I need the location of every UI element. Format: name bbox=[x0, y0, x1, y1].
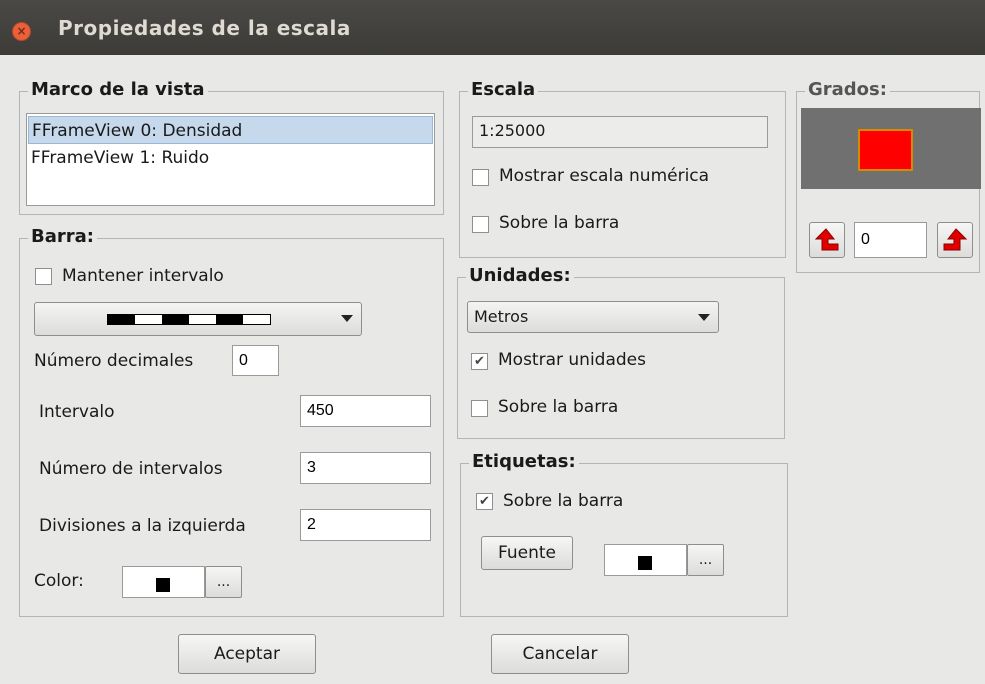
list-item[interactable]: FFrameView 0: Densidad bbox=[28, 116, 433, 144]
mostrar-unidades-checkbox[interactable]: ✔ bbox=[471, 353, 488, 370]
accept-button[interactable]: Aceptar bbox=[178, 634, 316, 674]
barra-group: Barra: Mantener intervalo Número decimal… bbox=[19, 226, 444, 617]
chevron-down-icon bbox=[698, 314, 710, 321]
fuente-button[interactable]: Fuente bbox=[481, 536, 573, 570]
decimales-label: Número decimales bbox=[34, 351, 194, 371]
marco-group: Marco de la vista FFrameView 0: Densidad… bbox=[19, 79, 444, 215]
escala-sobre-barra-checkbox[interactable] bbox=[472, 216, 489, 233]
window-title: Propiedades de la escala bbox=[58, 16, 351, 40]
cancel-button[interactable]: Cancelar bbox=[491, 634, 629, 674]
unidades-sobre-barra-label: Sobre la barra bbox=[498, 397, 619, 417]
etiquetas-color-button[interactable]: ... bbox=[687, 544, 724, 576]
barra-title: Barra: bbox=[28, 226, 97, 248]
mostrar-escala-label: Mostrar escala numérica bbox=[499, 166, 710, 186]
bar-color-button[interactable]: ... bbox=[205, 566, 242, 598]
etiquetas-sobre-barra-checkbox[interactable]: ✔ bbox=[476, 493, 493, 510]
escala-group: Escala 1:25000 Mostrar escala numérica S… bbox=[459, 79, 786, 258]
rotate-right-button[interactable] bbox=[937, 222, 973, 258]
unidades-select[interactable]: Metros bbox=[467, 301, 719, 333]
divisiones-field[interactable] bbox=[300, 509, 431, 541]
unidades-sobre-barra-checkbox[interactable] bbox=[471, 400, 488, 417]
frame-list[interactable]: FFrameView 0: Densidad FFrameView 1: Rui… bbox=[26, 113, 435, 206]
list-item[interactable]: FFrameView 1: Ruido bbox=[28, 144, 433, 172]
grados-field[interactable] bbox=[854, 222, 927, 258]
color-label: Color: bbox=[34, 571, 84, 591]
title-bar: × Propiedades de la escala bbox=[0, 0, 985, 55]
unidades-title: Unidades: bbox=[466, 265, 574, 287]
bar-color-swatch[interactable] bbox=[122, 566, 205, 598]
etiquetas-sobre-barra-label: Sobre la barra bbox=[503, 491, 624, 511]
close-icon[interactable]: × bbox=[12, 22, 31, 41]
mostrar-escala-checkbox[interactable] bbox=[472, 169, 489, 186]
color-preview bbox=[638, 556, 652, 570]
decimales-field[interactable] bbox=[232, 345, 279, 376]
marco-title: Marco de la vista bbox=[28, 79, 208, 101]
divisiones-label: Divisiones a la izquierda bbox=[39, 516, 246, 536]
intervalo-field[interactable] bbox=[300, 395, 431, 427]
num-intervalos-field[interactable] bbox=[300, 452, 431, 484]
dialog-body: Marco de la vista FFrameView 0: Densidad… bbox=[0, 55, 985, 684]
bar-style-preview bbox=[107, 314, 271, 325]
etiquetas-title: Etiquetas: bbox=[469, 451, 579, 473]
rotation-preview-square bbox=[858, 129, 913, 171]
rotate-right-arrow-icon bbox=[943, 228, 968, 251]
unidades-selected: Metros bbox=[474, 307, 529, 326]
grados-title: Grados: bbox=[805, 79, 890, 101]
intervalo-label: Intervalo bbox=[39, 402, 115, 422]
chevron-down-icon bbox=[341, 315, 353, 322]
color-preview bbox=[156, 578, 170, 592]
rotation-preview bbox=[801, 108, 981, 189]
escala-title: Escala bbox=[468, 79, 539, 101]
etiquetas-color-swatch[interactable] bbox=[604, 544, 687, 576]
escala-sobre-barra-label: Sobre la barra bbox=[499, 213, 620, 233]
bar-style-select[interactable] bbox=[34, 302, 362, 336]
mantener-intervalo-checkbox[interactable] bbox=[35, 268, 52, 285]
unidades-group: Unidades: Metros ✔ Mostrar unidades Sobr… bbox=[457, 265, 785, 439]
etiquetas-group: Etiquetas: ✔ Sobre la barra Fuente ... bbox=[460, 451, 788, 617]
rotate-left-arrow-icon bbox=[814, 228, 839, 251]
mostrar-unidades-label: Mostrar unidades bbox=[498, 350, 646, 370]
rotate-left-button[interactable] bbox=[809, 222, 845, 258]
grados-group: Grados: bbox=[796, 79, 981, 273]
mantener-intervalo-label: Mantener intervalo bbox=[62, 266, 224, 286]
escala-value-field: 1:25000 bbox=[472, 116, 768, 148]
num-intervalos-label: Número de intervalos bbox=[39, 459, 223, 479]
